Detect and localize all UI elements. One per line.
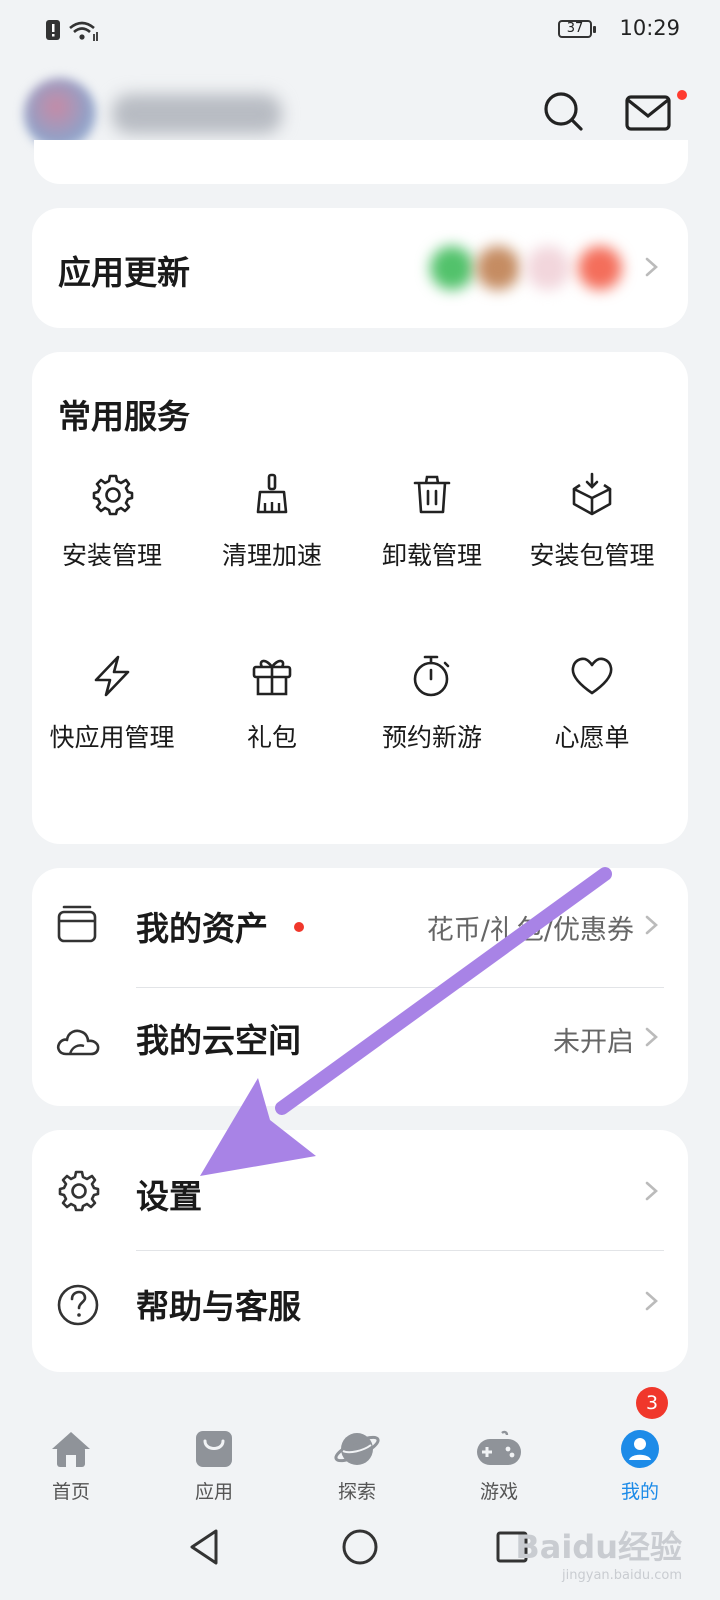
- broom-icon: [256, 473, 288, 514]
- settings-card: 设置 帮助与客服: [32, 1130, 688, 1372]
- nav-apps[interactable]: 应用: [164, 1429, 264, 1504]
- service-label: 礼包: [246, 723, 297, 752]
- nav-label: 游戏: [479, 1481, 518, 1503]
- gear-icon: [92, 474, 134, 516]
- trash-icon: [413, 475, 451, 514]
- nav-label: 探索: [337, 1481, 376, 1503]
- app-update-title: 应用更新: [58, 253, 190, 292]
- search-button[interactable]: [538, 86, 590, 138]
- chevron-right-icon: [645, 915, 658, 935]
- divider: [136, 1250, 664, 1251]
- stopwatch-icon: [413, 655, 450, 697]
- settings-label: 设置: [136, 1177, 202, 1216]
- chevron-right-icon: [645, 257, 658, 277]
- nav-label: 我的: [620, 1481, 659, 1503]
- update-app-icons: [430, 240, 630, 294]
- assets-card: 我的资产 花币/礼包/优惠券 我的云空间 未开启: [32, 868, 688, 1106]
- service-gift-pack[interactable]: 礼包: [192, 654, 352, 756]
- service-label: 预约新游: [381, 723, 482, 752]
- nav-mine[interactable]: 我的: [590, 1429, 690, 1504]
- divider: [136, 987, 664, 988]
- watermark-url: jingyan.baidu.com: [562, 1568, 682, 1583]
- service-label: 安装管理: [61, 541, 162, 570]
- help-label: 帮助与客服: [136, 1287, 301, 1326]
- planet-icon: [334, 1433, 380, 1465]
- service-label: 心愿单: [554, 723, 630, 752]
- service-install-manage[interactable]: 安装管理: [32, 472, 192, 574]
- card-top-edge: [34, 140, 688, 184]
- gear-icon: [58, 1170, 100, 1212]
- lightning-icon: [94, 655, 130, 697]
- gamepad-icon: [477, 1430, 521, 1465]
- app-update-card[interactable]: 应用更新: [32, 208, 688, 328]
- cloud-space-value: 未开启: [553, 1027, 634, 1058]
- nav-home[interactable]: 首页: [21, 1429, 121, 1504]
- service-label: 安装包管理: [529, 541, 655, 570]
- home-icon: [52, 1432, 90, 1467]
- my-assets-label: 我的资产: [136, 909, 268, 948]
- bottom-nav: 首页 应用 探索 游戏 我的 3: [0, 1387, 720, 1505]
- cloud-icon: [56, 1029, 100, 1056]
- service-label: 快应用管理: [49, 723, 175, 752]
- nav-label: 应用: [194, 1481, 233, 1503]
- chevron-right-icon: [645, 1027, 658, 1047]
- service-clean-speedup[interactable]: 清理加速: [192, 472, 352, 574]
- nav-label: 首页: [51, 1481, 90, 1503]
- cloud-space-label: 我的云空间: [136, 1021, 301, 1060]
- chevron-right-icon: [645, 1181, 658, 1201]
- cloud-space-row[interactable]: 我的云空间 未开启: [32, 990, 688, 1102]
- service-uninstall-manage[interactable]: 卸载管理: [352, 472, 512, 574]
- wallet-icon: [57, 905, 97, 943]
- clock: 10:29: [619, 16, 680, 40]
- baidu-watermark: Baidu经验 jingyan.baidu.com: [490, 1518, 700, 1588]
- new-dot: [294, 922, 304, 932]
- services-card: 常用服务 安装管理 清理加速 卸载管理 安装包管理 快应用管理 礼包 预约新游 …: [32, 352, 688, 844]
- service-package-manage[interactable]: 安装包管理: [512, 472, 672, 574]
- back-icon[interactable]: [186, 1527, 222, 1567]
- my-assets-value: 花币/礼包/优惠券: [426, 915, 634, 946]
- notification-badge: 3: [636, 1387, 668, 1419]
- help-row[interactable]: 帮助与客服: [32, 1252, 688, 1368]
- service-reserve-new-games[interactable]: 预约新游: [352, 654, 512, 756]
- service-wishlist[interactable]: 心愿单: [512, 654, 672, 756]
- user-icon: [621, 1430, 659, 1468]
- nav-games[interactable]: 游戏: [449, 1429, 549, 1504]
- service-label: 卸载管理: [381, 541, 482, 570]
- bag-icon: [196, 1431, 232, 1467]
- home-nav-icon[interactable]: [340, 1527, 380, 1567]
- watermark-brand: Baidu经验: [515, 1528, 682, 1566]
- service-label: 清理加速: [221, 541, 322, 570]
- search-icon: [544, 92, 583, 131]
- status-bar: 37 10:29: [0, 0, 720, 62]
- gift-icon: [252, 659, 292, 696]
- mail-icon: [625, 95, 671, 131]
- unread-dot: [677, 90, 687, 100]
- heart-icon: [571, 657, 613, 695]
- my-assets-row[interactable]: 我的资产 花币/礼包/优惠券: [32, 868, 688, 980]
- messages-button[interactable]: [622, 86, 674, 138]
- chevron-right-icon: [645, 1291, 658, 1311]
- services-title: 常用服务: [58, 397, 190, 436]
- profile-name[interactable]: [112, 94, 282, 134]
- nav-explore[interactable]: 探索: [307, 1429, 407, 1504]
- status-icons: [46, 20, 98, 41]
- service-quick-app-manage[interactable]: 快应用管理: [32, 654, 192, 756]
- battery-indicator: 37: [558, 20, 596, 38]
- settings-row[interactable]: 设置: [32, 1130, 688, 1250]
- package-icon: [572, 472, 612, 516]
- help-icon: [57, 1284, 99, 1326]
